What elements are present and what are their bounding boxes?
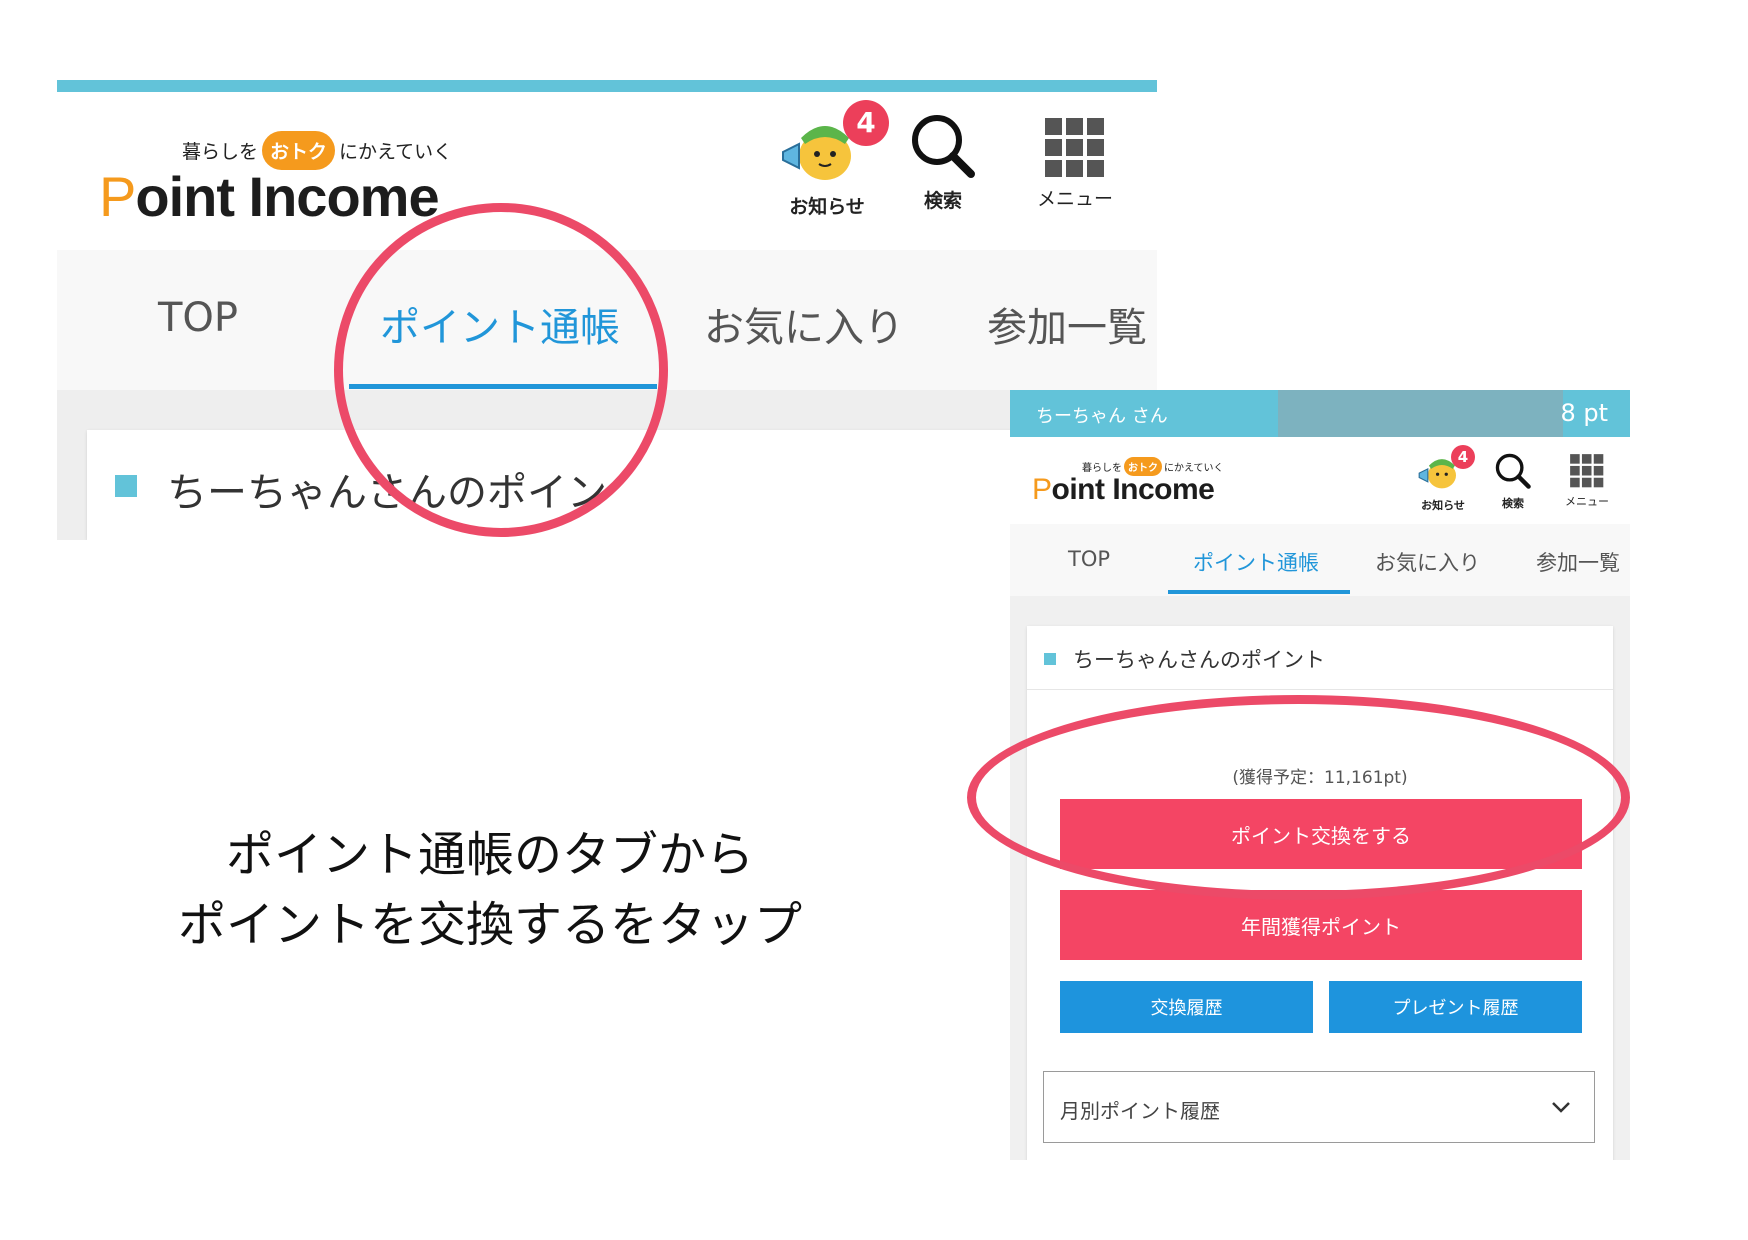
user-points: 8 pt — [1560, 399, 1608, 427]
logo-initial: P — [1032, 473, 1052, 506]
tagline-pre: 暮らしを — [182, 141, 259, 163]
instruction-text: ポイント通帳のタブから ポイントを交換するをタップ — [150, 820, 830, 960]
tab-bar: TOP ポイント通帳 お気に入り 参加一覧 — [1010, 524, 1630, 596]
notification-count-badge: 4 — [1451, 445, 1475, 469]
search-icon — [1495, 453, 1531, 489]
exchange-history-button[interactable]: 交換履歴 — [1060, 981, 1313, 1033]
point-income-logo[interactable]: Point Income — [99, 164, 440, 229]
instruction-line-1: ポイント通帳のタブから — [225, 827, 754, 883]
search-button[interactable]: 検索 — [1490, 451, 1536, 511]
tab-point-passbook[interactable]: ポイント通帳 — [1193, 547, 1319, 577]
grid-menu-icon — [1570, 454, 1604, 488]
notification-button[interactable]: 4 お知らせ — [777, 100, 889, 219]
notification-label: お知らせ — [1421, 499, 1465, 512]
tab-favorites[interactable]: お気に入り — [1375, 547, 1480, 577]
points-card-header: ちーちゃんさんのポイント — [1027, 626, 1613, 690]
logo-initial: P — [99, 165, 136, 228]
notification-count-badge: 4 — [843, 100, 889, 146]
logo-rest: oint Income — [135, 165, 439, 228]
tagline-post: にかえていく — [1164, 463, 1224, 474]
phone-screenshot: ちーちゃん さん 8 pt 暮らしを おトク にかえていく Point Inco… — [1010, 390, 1630, 1160]
tab-participation-list[interactable]: 参加一覧 — [1536, 547, 1620, 577]
active-tab-indicator — [1168, 590, 1350, 594]
monthly-history-value: 月別ポイント履歴 — [1060, 1099, 1220, 1123]
menu-label: メニュー — [1036, 188, 1113, 210]
tab-favorites[interactable]: お気に入り — [704, 295, 904, 353]
user-name: ちーちゃん さん — [1036, 406, 1168, 427]
tab-participation-list[interactable]: 参加一覧 — [987, 295, 1147, 353]
section-marker — [115, 475, 137, 497]
exchange-points-button[interactable]: ポイント交換をする — [1060, 799, 1582, 869]
notification-label: お知らせ — [789, 196, 865, 218]
section-title: ちーちゃんさんのポイン — [167, 470, 607, 516]
menu-button[interactable]: メニュー — [1030, 116, 1120, 211]
tab-point-passbook[interactable]: ポイント通帳 — [380, 295, 620, 353]
pending-points: (獲得予定：11,161pt) — [1232, 768, 1408, 788]
grid-menu-icon — [1045, 118, 1104, 177]
section-title: ちーちゃんさんのポイント — [1073, 648, 1325, 672]
annual-points-button[interactable]: 年間獲得ポイント — [1060, 890, 1582, 960]
tagline-post: にかえていく — [339, 141, 453, 163]
search-label: 検索 — [1502, 497, 1524, 510]
tagline-pre: 暮らしを — [1082, 463, 1122, 474]
user-status-bar: ちーちゃん さん 8 pt — [1010, 390, 1630, 437]
chevron-down-icon — [1552, 1102, 1570, 1113]
search-button[interactable]: 検索 — [903, 110, 983, 213]
notification-button[interactable]: 4 お知らせ — [1415, 445, 1475, 513]
points-card: ちーちゃんさんのポイント (獲得予定：11,161pt) ポイント交換をする 年… — [1027, 626, 1613, 1160]
search-label: 検索 — [923, 190, 962, 212]
present-history-button[interactable]: プレゼント履歴 — [1329, 981, 1582, 1033]
tab-top[interactable]: TOP — [158, 295, 238, 341]
redacted-area — [1278, 390, 1563, 437]
section-marker — [1044, 653, 1056, 665]
monthly-history-select[interactable]: 月別ポイント履歴 — [1043, 1071, 1595, 1143]
site-header: 暮らしを おトク にかえていく Point Income 4 お知らせ 検索 メ… — [1010, 437, 1630, 524]
tab-top[interactable]: TOP — [1068, 547, 1110, 571]
logo-rest: oint Income — [1051, 473, 1215, 506]
search-icon — [912, 115, 975, 178]
menu-label: メニュー — [1565, 495, 1609, 508]
active-tab-indicator — [349, 384, 657, 389]
tab-bar: TOP ポイント通帳 お気に入り 参加一覧 — [57, 250, 1157, 390]
point-income-logo[interactable]: Point Income — [1032, 473, 1215, 507]
instruction-line-2: ポイントを交換するをタップ — [177, 897, 802, 953]
zoomed-header-panel: 暮らしを おトク にかえていく Point Income 4 お知らせ 検索 メ… — [57, 80, 1157, 540]
top-accent-bar — [57, 80, 1157, 92]
points-card-header: ちーちゃんさんのポイン — [87, 430, 1157, 540]
menu-button[interactable]: メニュー — [1561, 453, 1613, 509]
